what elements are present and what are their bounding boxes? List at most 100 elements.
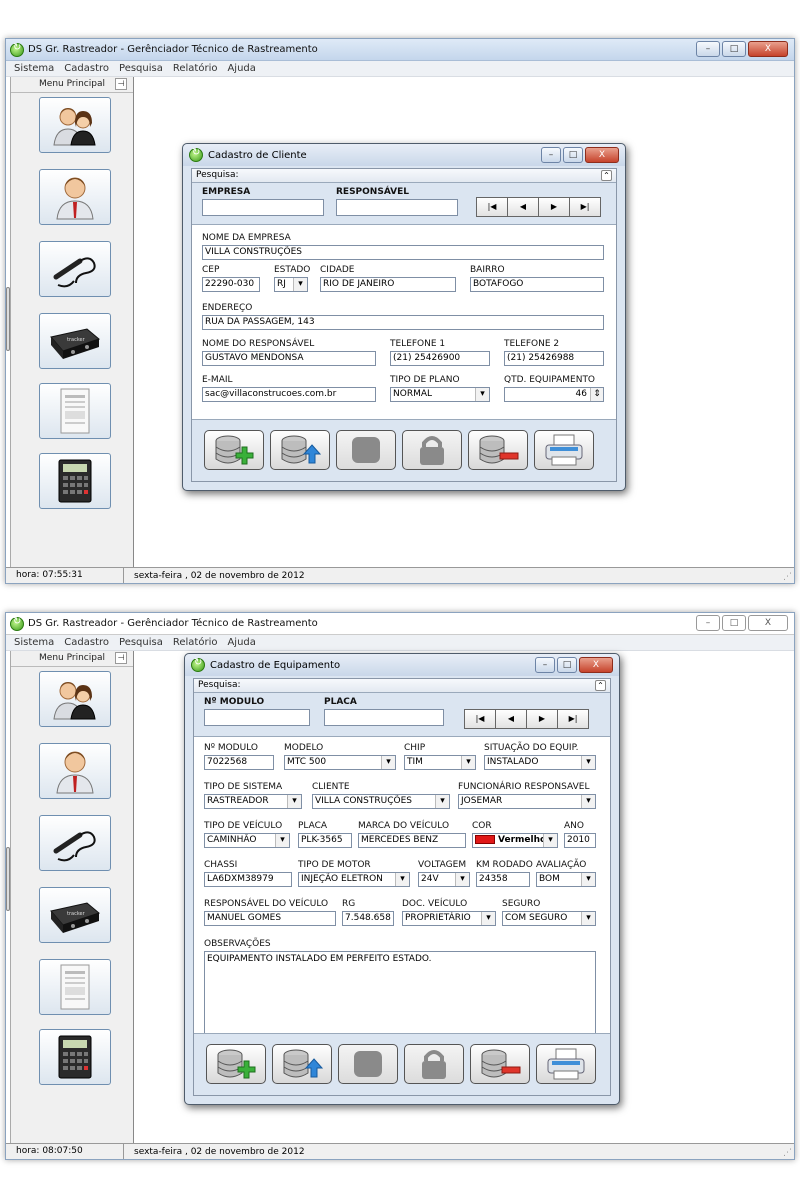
search-placa-input[interactable]	[324, 709, 444, 726]
dialog-maximize-button[interactable]: □	[563, 147, 583, 163]
next-record-button[interactable]: ▶	[527, 710, 557, 728]
bloquear-button[interactable]	[404, 1044, 464, 1084]
menu-pesquisa[interactable]: Pesquisa	[119, 63, 163, 74]
maximize-button[interactable]: □	[722, 41, 746, 57]
last-record-button[interactable]: ▶|	[558, 710, 588, 728]
pin-icon[interactable]: ⊣	[115, 652, 127, 664]
cep-field[interactable]: 22290-030	[202, 277, 260, 292]
menu-pesquisa[interactable]: Pesquisa	[119, 637, 163, 648]
next-record-button[interactable]: ▶	[539, 198, 569, 216]
first-record-button[interactable]: |◀	[477, 198, 507, 216]
tipo-veiculo-select[interactable]: CAMINHÃO	[204, 833, 290, 848]
dialog-close-button[interactable]: X	[579, 657, 613, 673]
excluir-button[interactable]	[468, 430, 528, 470]
nome-empresa-field[interactable]: VILLA CONSTRUÇÕES	[202, 245, 604, 260]
placa-field[interactable]: PLK-3565	[298, 833, 352, 848]
atualizar-button[interactable]	[272, 1044, 332, 1084]
search-responsavel-input[interactable]	[336, 199, 458, 216]
observacoes-textarea[interactable]: EQUIPAMENTO INSTALADO EM PERFEITO ESTADO…	[204, 951, 596, 1035]
km-rodado-field[interactable]: 24358	[476, 872, 530, 887]
menu-sistema[interactable]: Sistema	[14, 637, 54, 648]
menu-sistema[interactable]: Sistema	[14, 63, 54, 74]
tipo-motor-select[interactable]: INJEÇÃO ELETRON	[298, 872, 410, 887]
ano-field[interactable]: 2010	[564, 833, 596, 848]
menu-cadastro[interactable]: Cadastro	[64, 63, 109, 74]
excluir-button[interactable]	[470, 1044, 530, 1084]
bloquear-button[interactable]	[402, 430, 462, 470]
search-bar[interactable]: Pesquisa: ⌃	[194, 679, 610, 693]
responsavel-button[interactable]	[39, 743, 111, 799]
responsavel-button[interactable]	[39, 169, 111, 225]
first-record-button[interactable]: |◀	[465, 710, 495, 728]
resize-grip-icon[interactable]: ⋰	[783, 572, 792, 582]
menu-relatorio[interactable]: Relatório	[173, 637, 218, 648]
qtd-equipamento-spinner[interactable]: 46	[504, 387, 604, 402]
cidade-field[interactable]: RIO DE JANEIRO	[320, 277, 456, 292]
telefone2-field[interactable]: (21) 25426988	[504, 351, 604, 366]
minimize-button[interactable]: –	[696, 41, 720, 57]
chassi-field[interactable]: LA6DXM38979	[204, 872, 292, 887]
avaliacao-select[interactable]: BOM	[536, 872, 596, 887]
menu-ajuda[interactable]: Ajuda	[227, 63, 255, 74]
menu-cadastro[interactable]: Cadastro	[64, 637, 109, 648]
novo-button[interactable]	[204, 430, 264, 470]
cabos-button[interactable]	[39, 815, 111, 871]
pin-icon[interactable]: ⊣	[115, 78, 127, 90]
equipamento-button[interactable]: tracker	[39, 887, 111, 943]
sidebar-splitter[interactable]	[6, 847, 10, 911]
dialog-close-button[interactable]: X	[585, 147, 619, 163]
imprimir-button[interactable]	[536, 1044, 596, 1084]
email-field[interactable]: sac@villaconstrucoes.com.br	[202, 387, 376, 402]
cliente-select[interactable]: VILLA CONSTRUÇÕES	[312, 794, 450, 809]
prev-record-button[interactable]: ◀	[508, 198, 538, 216]
atualizar-button[interactable]	[270, 430, 330, 470]
search-empresa-input[interactable]	[202, 199, 324, 216]
resize-grip-icon[interactable]: ⋰	[783, 1148, 792, 1158]
menu-relatorio[interactable]: Relatório	[173, 63, 218, 74]
collapse-chevron-icon[interactable]: ⌃	[601, 170, 612, 181]
equipamento-button[interactable]: tracker	[39, 313, 111, 369]
dialog-minimize-button[interactable]: –	[535, 657, 555, 673]
clientes-button[interactable]	[39, 671, 111, 727]
bairro-field[interactable]: BOTAFOGO	[470, 277, 604, 292]
chip-select[interactable]: TIM	[404, 755, 476, 770]
tipo-sistema-select[interactable]: RASTREADOR	[204, 794, 302, 809]
clientes-button[interactable]	[39, 97, 111, 153]
nome-responsavel-field[interactable]: GUSTAVO MENDONSA	[202, 351, 376, 366]
n-modulo-field[interactable]: 7022568	[204, 755, 274, 770]
cabos-button[interactable]	[39, 241, 111, 297]
cor-select[interactable]: Vermelho	[472, 833, 558, 848]
calculadora-button[interactable]	[39, 1029, 111, 1085]
menu-ajuda[interactable]: Ajuda	[227, 637, 255, 648]
relatorio-button[interactable]	[39, 959, 111, 1015]
relatorio-button[interactable]	[39, 383, 111, 439]
close-button[interactable]: X	[748, 615, 788, 631]
voltagem-select[interactable]: 24V	[418, 872, 470, 887]
dialog-minimize-button[interactable]: –	[541, 147, 561, 163]
search-modulo-input[interactable]	[204, 709, 310, 726]
seguro-select[interactable]: COM SEGURO	[502, 911, 596, 926]
marca-field[interactable]: MERCEDES BENZ	[358, 833, 466, 848]
estado-select[interactable]: RJ	[274, 277, 308, 292]
close-button[interactable]: X	[748, 41, 788, 57]
imprimir-button[interactable]	[534, 430, 594, 470]
consultar-button[interactable]	[336, 430, 396, 470]
rg-field[interactable]: 7.548.658	[342, 911, 394, 926]
prev-record-button[interactable]: ◀	[496, 710, 526, 728]
doc-veiculo-select[interactable]: PROPRIETÁRIO	[402, 911, 496, 926]
tipo-plano-select[interactable]: NORMAL	[390, 387, 490, 402]
funcionario-select[interactable]: JOSEMAR	[458, 794, 596, 809]
responsavel-veiculo-field[interactable]: MANUEL GOMES	[204, 911, 336, 926]
minimize-button[interactable]: –	[696, 615, 720, 631]
maximize-button[interactable]: □	[722, 615, 746, 631]
sidebar-splitter[interactable]	[6, 287, 10, 351]
collapse-chevron-icon[interactable]: ⌃	[595, 680, 606, 691]
situacao-select[interactable]: INSTALADO	[484, 755, 596, 770]
calculadora-button[interactable]	[39, 453, 111, 509]
novo-button[interactable]	[206, 1044, 266, 1084]
search-bar[interactable]: Pesquisa: ⌃	[192, 169, 616, 183]
last-record-button[interactable]: ▶|	[570, 198, 600, 216]
modelo-select[interactable]: MTC 500	[284, 755, 396, 770]
dialog-maximize-button[interactable]: □	[557, 657, 577, 673]
telefone1-field[interactable]: (21) 25426900	[390, 351, 490, 366]
